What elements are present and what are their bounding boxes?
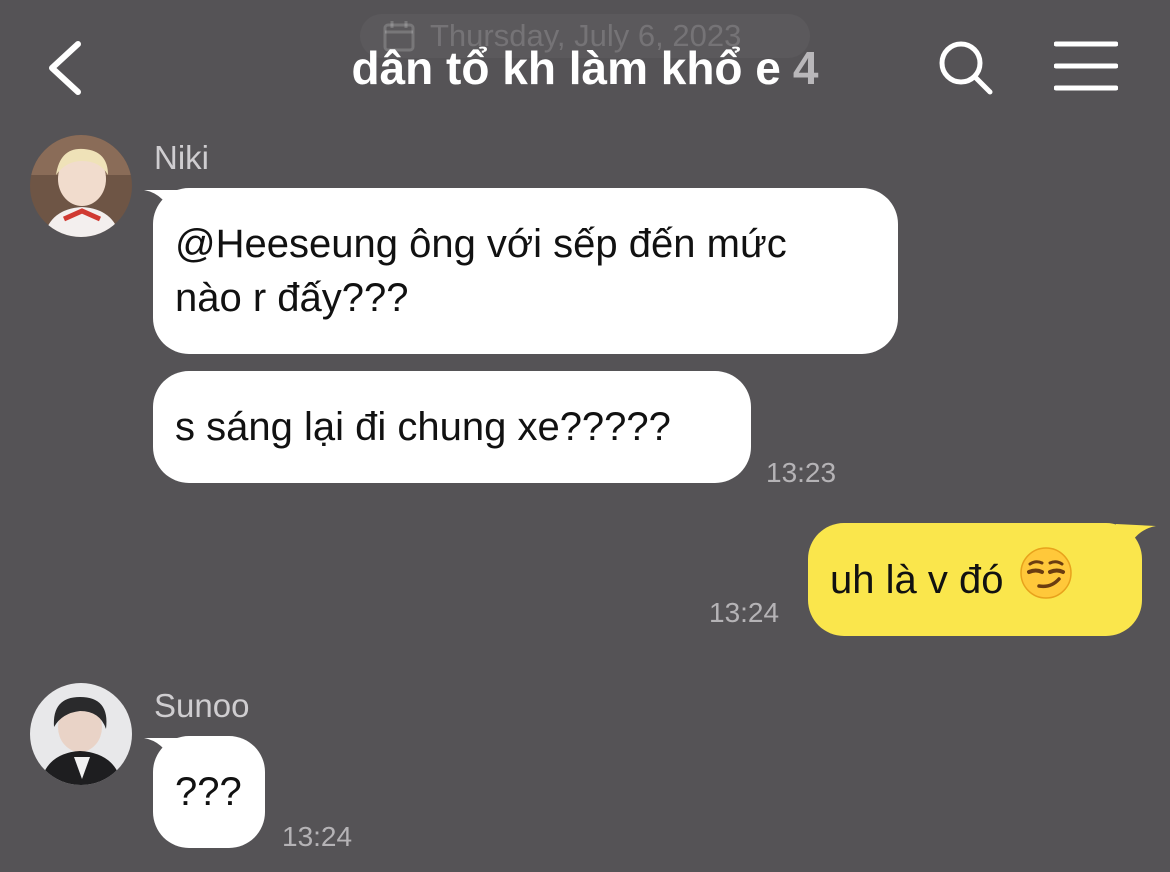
hamburger-menu-icon (1053, 41, 1119, 91)
message-time: 13:24 (282, 821, 353, 852)
avatar-sunoo[interactable] (30, 683, 132, 785)
avatar-image (30, 683, 132, 785)
message-bubble[interactable]: s sáng lại đi chung xe????? (153, 371, 751, 483)
sender-name: Sunoo (154, 687, 250, 724)
chevron-left-icon (49, 41, 81, 95)
member-count: 4 (792, 42, 819, 94)
message-time: 13:24 (709, 597, 780, 628)
search-icon (939, 41, 993, 95)
avatar-image (30, 135, 132, 237)
message-bubble[interactable]: @Heeseung ông với sếp đến mức nào r đấy?… (153, 188, 898, 354)
chat-title: dân tổ kh làm khổ e4 (280, 38, 890, 98)
sender-name: Niki (154, 139, 209, 176)
menu-button[interactable] (1053, 40, 1119, 92)
message-bubble[interactable]: ??? (153, 736, 265, 848)
back-button[interactable] (42, 38, 92, 98)
my-message-bubble[interactable]: uh là v đó (808, 523, 1142, 636)
chat-room-name: dân tổ kh làm khổ e (351, 42, 781, 94)
message-time: 13:23 (766, 457, 837, 488)
search-button[interactable] (936, 38, 996, 98)
chat-screen: Thursday, July 6, 2023 dân tổ kh làm khổ… (0, 0, 1170, 872)
smirking-face-emoji (1019, 546, 1073, 614)
message-text: uh là v đó (830, 557, 1004, 602)
avatar-niki[interactable] (30, 135, 132, 237)
